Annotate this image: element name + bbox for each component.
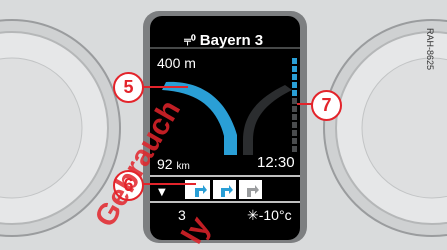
menu-arrow: ▼ (158, 187, 166, 198)
instrument-cluster: ▼ ⫧⁰ Bayern 3 400 m 92 km 12:30 3 ✳-10°c… (0, 0, 447, 250)
outside-temperature: ✳-10°c (247, 207, 292, 223)
remaining-unit: km (176, 161, 190, 172)
distance-to-turn: 400 m (157, 55, 196, 71)
callout-7: 7 (311, 90, 342, 121)
callout-5: 5 (113, 72, 144, 103)
image-code: RAH-8625 (425, 28, 435, 71)
radio-icon: ⫧⁰ (183, 33, 196, 48)
remaining-distance: 92 km (157, 157, 190, 172)
clock: 12:30 (257, 154, 295, 171)
radio-station: ⫧⁰ Bayern 3 (0, 33, 447, 48)
station-name: Bayern 3 (199, 32, 264, 49)
